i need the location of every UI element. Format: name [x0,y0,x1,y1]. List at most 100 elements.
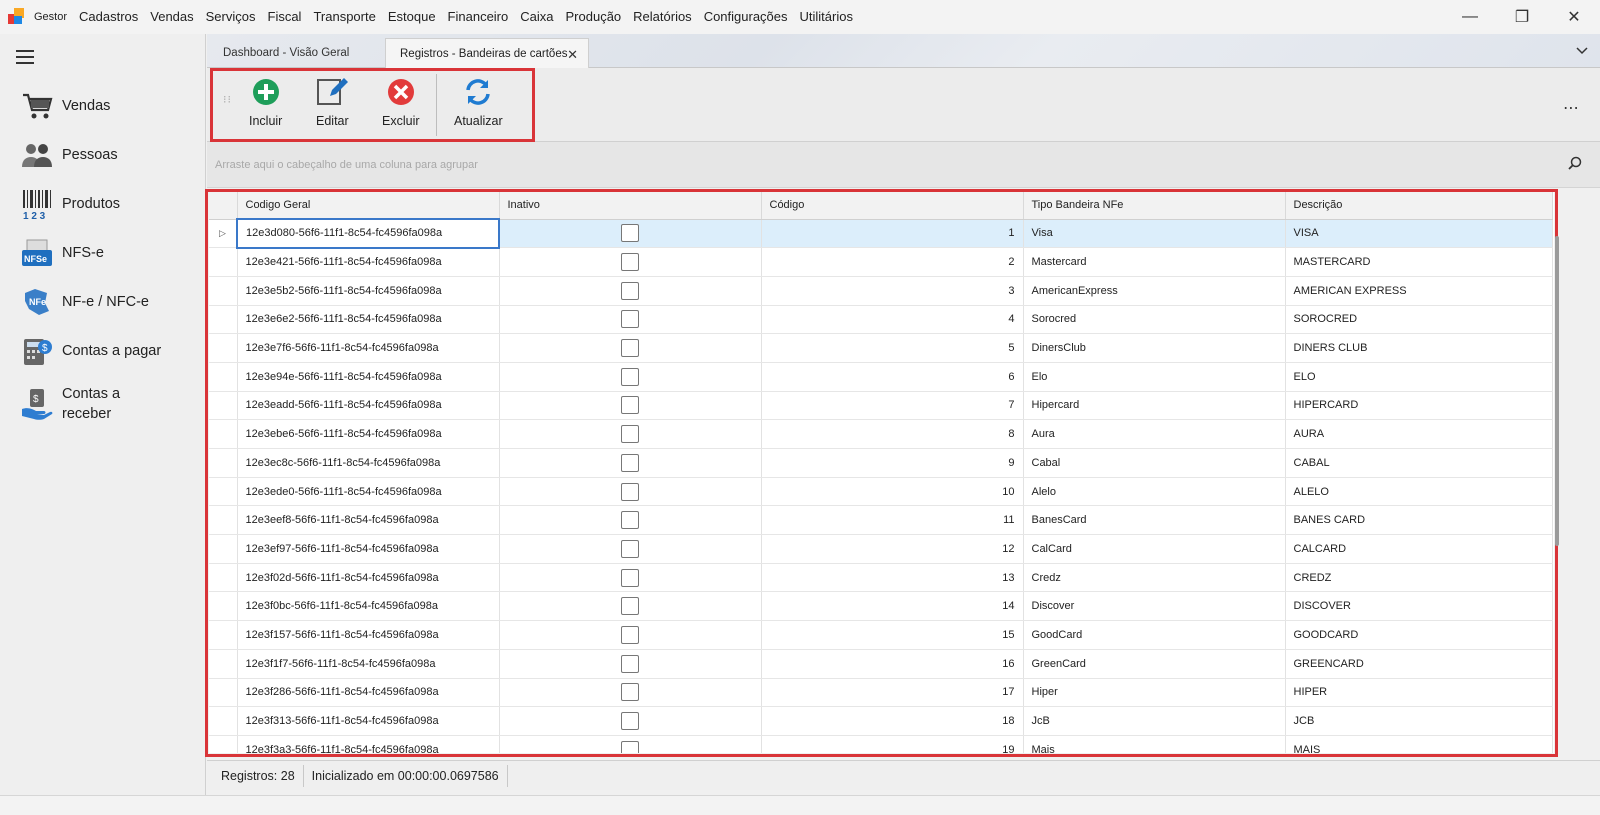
cell-codigo-geral[interactable]: 12e3e421-56f6-11f1-8c54-fc4596fa098a [237,247,500,277]
grid-vertical-scrollbar[interactable] [1555,236,1559,546]
sidebar-item-produtos[interactable]: 1 2 3 Produtos [20,187,120,221]
cell-tipo-bandeira[interactable]: Sorocred [1023,305,1286,335]
inativo-checkbox[interactable] [621,568,639,587]
cell-descricao[interactable]: JCB [1285,706,1553,736]
cell-codigo-geral[interactable]: 12e3d080-56f6-11f1-8c54-fc4596fa098a [236,218,500,249]
cell-descricao[interactable]: VISA [1285,219,1553,249]
cell-descricao[interactable]: MASTERCARD [1285,247,1553,277]
inativo-checkbox[interactable] [621,597,639,616]
table-row[interactable]: 12e3eadd-56f6-11f1-8c54-fc4596fa098a 7 Hip… [209,391,1553,421]
cell-codigo[interactable]: 16 [761,649,1024,679]
cell-descricao[interactable]: HIPERCARD [1285,391,1553,421]
cell-tipo-bandeira[interactable]: Cabal [1023,448,1286,478]
inativo-checkbox[interactable] [621,396,639,415]
cell-codigo-geral[interactable]: 12e3f3a3-56f6-11f1-8c54-fc4596fa098a [237,735,500,753]
cell-tipo-bandeira[interactable]: Credz [1023,563,1286,593]
table-row[interactable]: 12e3e6e2-56f6-11f1-8c54-fc4596fa098a 4 Sor… [209,305,1553,335]
inativo-checkbox[interactable] [621,683,639,702]
cell-codigo[interactable]: 18 [761,706,1024,736]
menu-fiscal[interactable]: Fiscal [262,0,308,34]
cell-codigo[interactable]: 6 [761,362,1024,392]
inativo-checkbox[interactable] [621,367,639,386]
cell-tipo-bandeira[interactable]: Hiper [1023,678,1286,708]
cell-tipo-bandeira[interactable]: GoodCard [1023,620,1286,650]
cell-descricao[interactable]: AURA [1285,419,1553,449]
inativo-checkbox[interactable] [621,339,639,358]
table-row[interactable]: 12e3f286-56f6-11f1-8c54-fc4596fa098a 17 Hi… [209,678,1553,708]
cell-tipo-bandeira[interactable]: AmericanExpress [1023,276,1286,306]
table-row[interactable]: 12e3e5b2-56f6-11f1-8c54-fc4596fa098a 3 Ame… [209,276,1553,306]
table-row[interactable]: ▷ 12e3d080-56f6-11f1-8c54-fc4596fa098a 1 Vi… [209,218,1553,249]
cell-tipo-bandeira[interactable]: Aura [1023,419,1286,449]
inativo-checkbox[interactable] [621,281,639,300]
inativo-checkbox[interactable] [621,310,639,329]
cell-codigo[interactable]: 9 [761,448,1024,478]
cell-codigo[interactable]: 13 [761,563,1024,593]
hamburger-menu-icon[interactable] [16,50,34,64]
cell-codigo[interactable]: 7 [761,391,1024,421]
cell-tipo-bandeira[interactable]: GreenCard [1023,649,1286,679]
cell-codigo-geral[interactable]: 12e3e5b2-56f6-11f1-8c54-fc4596fa098a [237,276,500,306]
inativo-checkbox[interactable] [621,740,639,753]
edit-button[interactable]: Editar [316,78,349,128]
cell-tipo-bandeira[interactable]: CalCard [1023,534,1286,564]
search-icon[interactable] [1568,156,1582,173]
table-row[interactable]: 12e3f3a3-56f6-11f1-8c54-fc4596fa098a 19 Ma… [209,735,1553,753]
table-row[interactable]: 12e3f157-56f6-11f1-8c54-fc4596fa098a 15 Go… [209,620,1553,650]
cell-codigo-geral[interactable]: 12e3f1f7-56f6-11f1-8c54-fc4596fa098a [237,649,500,679]
cell-codigo[interactable]: 1 [761,219,1024,249]
menu-caixa[interactable]: Caixa [514,0,559,34]
cell-tipo-bandeira[interactable]: Visa [1023,219,1286,249]
tabs-overflow-chevron-down-icon[interactable] [1576,44,1588,58]
cell-descricao[interactable]: ELO [1285,362,1553,392]
sidebar-item-vendas[interactable]: Vendas [20,89,110,123]
cell-codigo-geral[interactable]: 12e3e6e2-56f6-11f1-8c54-fc4596fa098a [237,305,500,335]
sidebar-item-contas-receber[interactable]: $ Contas a receber [20,384,172,424]
cell-codigo-geral[interactable]: 12e3eadd-56f6-11f1-8c54-fc4596fa098a [237,391,500,421]
cell-descricao[interactable]: DISCOVER [1285,591,1553,622]
cell-descricao[interactable]: ALELO [1285,477,1553,507]
tab-dashboard[interactable]: Dashboard - Visão Geral [209,38,383,68]
table-row[interactable]: 12e3eef8-56f6-11f1-8c54-fc4596fa098a 11 Ba… [209,505,1553,536]
menu-configuracoes[interactable]: Configurações [698,0,794,34]
column-header-tipo-bandeira[interactable]: Tipo Bandeira NFe [1023,191,1286,220]
cell-codigo-geral[interactable]: 12e3f157-56f6-11f1-8c54-fc4596fa098a [237,620,500,650]
include-button[interactable]: Incluir [249,78,282,128]
table-row[interactable]: 12e3f313-56f6-11f1-8c54-fc4596fa098a 18 Jc… [209,706,1553,736]
refresh-button[interactable]: Atualizar [454,78,503,128]
inativo-checkbox[interactable] [621,712,639,731]
cell-codigo-geral[interactable]: 12e3f0bc-56f6-11f1-8c54-fc4596fa098a [237,591,500,622]
inativo-checkbox[interactable] [621,253,639,272]
cell-descricao[interactable]: DINERS CLUB [1285,333,1553,363]
table-row[interactable]: 12e3ec8c-56f6-11f1-8c54-fc4596fa098a 9 Cab… [209,448,1553,478]
cell-tipo-bandeira[interactable]: JcB [1023,706,1286,736]
cell-codigo[interactable]: 11 [761,505,1024,536]
cell-tipo-bandeira[interactable]: Hipercard [1023,391,1286,421]
cell-descricao[interactable]: MAIS [1285,735,1553,753]
cell-descricao[interactable]: CREDZ [1285,563,1553,593]
cell-codigo-geral[interactable]: 12e3e94e-56f6-11f1-8c54-fc4596fa098a [237,362,500,392]
cell-tipo-bandeira[interactable]: Mais [1023,735,1286,753]
cell-codigo[interactable]: 4 [761,305,1024,335]
table-row[interactable]: 12e3f02d-56f6-11f1-8c54-fc4596fa098a 13 Cr… [209,563,1553,593]
cell-codigo-geral[interactable]: 12e3ede0-56f6-11f1-8c54-fc4596fa098a [237,477,500,507]
cell-tipo-bandeira[interactable]: Alelo [1023,477,1286,507]
delete-button[interactable]: Excluir [382,78,420,128]
cell-descricao[interactable]: BANES CARD [1285,505,1553,536]
menu-servicos[interactable]: Serviços [200,0,262,34]
cell-tipo-bandeira[interactable]: BanesCard [1023,505,1286,536]
table-row[interactable]: 12e3f1f7-56f6-11f1-8c54-fc4596fa098a 16 Gr… [209,649,1553,679]
menu-transporte[interactable]: Transporte [307,0,381,34]
sidebar-item-contas-pagar[interactable]: $ Contas a pagar [20,334,161,368]
table-row[interactable]: 12e3e421-56f6-11f1-8c54-fc4596fa098a 2 Mas… [209,247,1553,277]
cell-codigo-geral[interactable]: 12e3f313-56f6-11f1-8c54-fc4596fa098a [237,706,500,736]
cell-codigo[interactable]: 2 [761,247,1024,277]
inativo-checkbox[interactable] [621,425,639,444]
cell-descricao[interactable]: HIPER [1285,678,1553,708]
cell-codigo[interactable]: 12 [761,534,1024,564]
table-row[interactable]: 12e3ef97-56f6-11f1-8c54-fc4596fa098a 12 Ca… [209,534,1553,564]
cell-codigo-geral[interactable]: 12e3f286-56f6-11f1-8c54-fc4596fa098a [237,678,500,708]
cell-descricao[interactable]: GOODCARD [1285,620,1553,650]
sidebar-item-nfe[interactable]: NFe NF-e / NFC-e [20,285,149,319]
column-header-descricao[interactable]: Descrição [1285,191,1553,220]
